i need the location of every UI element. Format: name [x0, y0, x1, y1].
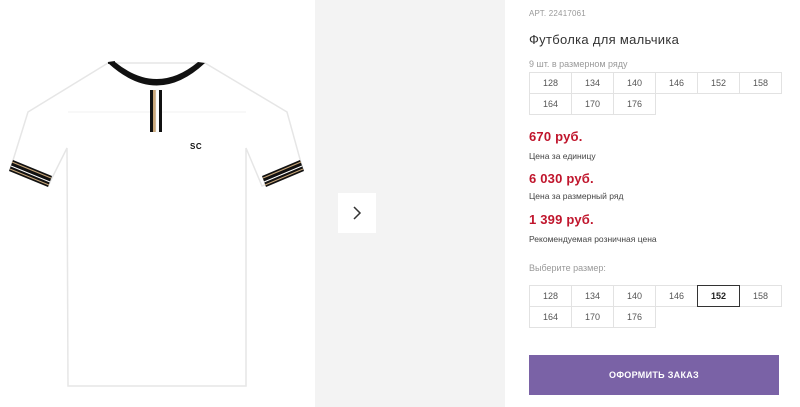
price-range: 6 030 руб. [529, 171, 594, 186]
article-number: АРТ. 22417061 [529, 9, 586, 18]
price-retail-label: Рекомендуемая розничная цена [529, 234, 657, 244]
product-image: SC [0, 0, 320, 407]
size-range-grid: 128 134 140 146 152 158 164 170 176 [529, 72, 782, 115]
size-option-170[interactable]: 170 [571, 306, 614, 328]
product-title: Футболка для мальчика [529, 32, 680, 47]
shirt-logo: SC [190, 142, 203, 151]
range-count: 9 шт. в размерном ряду [529, 59, 628, 69]
size-option-134[interactable]: 134 [571, 285, 614, 307]
range-size-cell: 146 [655, 72, 698, 94]
range-size-cell: 152 [697, 72, 740, 94]
size-selector: 128 134 140 146 152 158 164 170 176 [529, 285, 782, 328]
range-size-cell: 128 [529, 72, 572, 94]
choose-size-label: Выберите размер: [529, 263, 606, 273]
size-option-164[interactable]: 164 [529, 306, 572, 328]
size-option-158[interactable]: 158 [739, 285, 782, 307]
chevron-right-icon [353, 206, 362, 220]
price-unit-label: Цена за единицу [529, 151, 596, 161]
size-option-176[interactable]: 176 [613, 306, 656, 328]
size-option-146[interactable]: 146 [655, 285, 698, 307]
range-size-cell: 140 [613, 72, 656, 94]
size-option-140[interactable]: 140 [613, 285, 656, 307]
price-unit: 670 руб. [529, 129, 583, 144]
range-size-cell: 164 [529, 93, 572, 115]
size-option-128[interactable]: 128 [529, 285, 572, 307]
next-image-button[interactable] [338, 193, 376, 233]
price-retail: 1 399 руб. [529, 212, 594, 227]
range-size-cell: 176 [613, 93, 656, 115]
range-size-cell: 134 [571, 72, 614, 94]
range-size-cell: 158 [739, 72, 782, 94]
order-button[interactable]: ОФОРМИТЬ ЗАКАЗ [529, 355, 779, 395]
tshirt-illustration [9, 61, 304, 387]
range-size-cell: 170 [571, 93, 614, 115]
size-option-152[interactable]: 152 [697, 285, 740, 307]
price-range-label: Цена за размерный ряд [529, 191, 624, 201]
